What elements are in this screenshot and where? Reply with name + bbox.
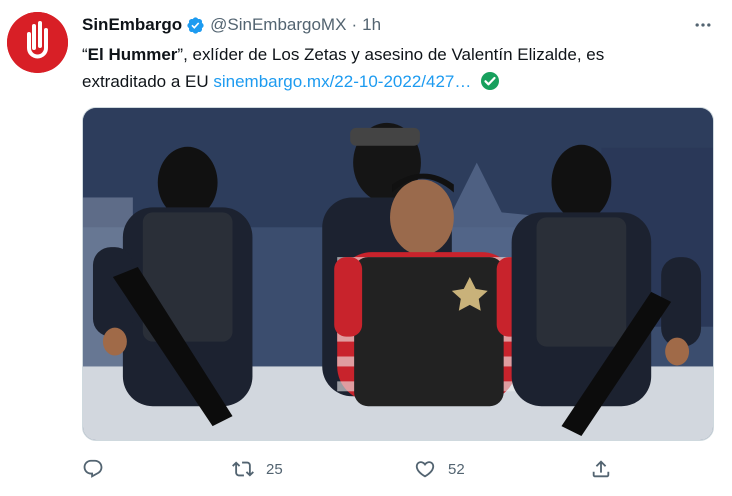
- share-icon: [592, 460, 610, 478]
- reply-button[interactable]: [82, 455, 116, 483]
- text-line2: extraditado a EU: [82, 72, 209, 91]
- avatar[interactable]: [7, 12, 68, 73]
- tweet-actions: 25 52: [82, 455, 714, 483]
- retweet-button[interactable]: 25: [232, 455, 283, 483]
- tweet-timestamp[interactable]: 1h: [362, 15, 381, 35]
- reply-icon: [83, 459, 103, 478]
- heart-icon: [415, 461, 435, 478]
- retweet-icon: [232, 461, 254, 477]
- separator-dot: ·: [351, 15, 358, 34]
- tweet-link[interactable]: sinembargo.mx/22-10-2022/427…: [213, 72, 471, 91]
- more-dots-icon: [695, 23, 711, 27]
- like-button[interactable]: 52: [414, 455, 465, 483]
- retweet-count: 25: [266, 460, 283, 478]
- text-bold-name: El Hummer: [87, 45, 178, 64]
- tweet-text: “El Hummer”, exlíder de Los Zetas y ases…: [82, 41, 722, 95]
- verified-badge-icon: [186, 16, 205, 35]
- author-name[interactable]: SinEmbargo: [82, 15, 182, 35]
- like-count: 52: [448, 460, 465, 478]
- more-options-button[interactable]: [690, 14, 716, 36]
- share-button[interactable]: [590, 455, 612, 483]
- photo-police-escort: [83, 108, 713, 440]
- tweet-header: SinEmbargo @SinEmbargoMX · 1h: [82, 14, 381, 36]
- author-handle[interactable]: @SinEmbargoMX: [210, 15, 346, 35]
- sinembargo-logo-icon: [7, 12, 68, 73]
- tweet-photo[interactable]: [82, 107, 714, 441]
- text-line1: , exlíder de Los Zetas y asesino de Vale…: [183, 45, 605, 64]
- check-circle-icon: [480, 71, 500, 91]
